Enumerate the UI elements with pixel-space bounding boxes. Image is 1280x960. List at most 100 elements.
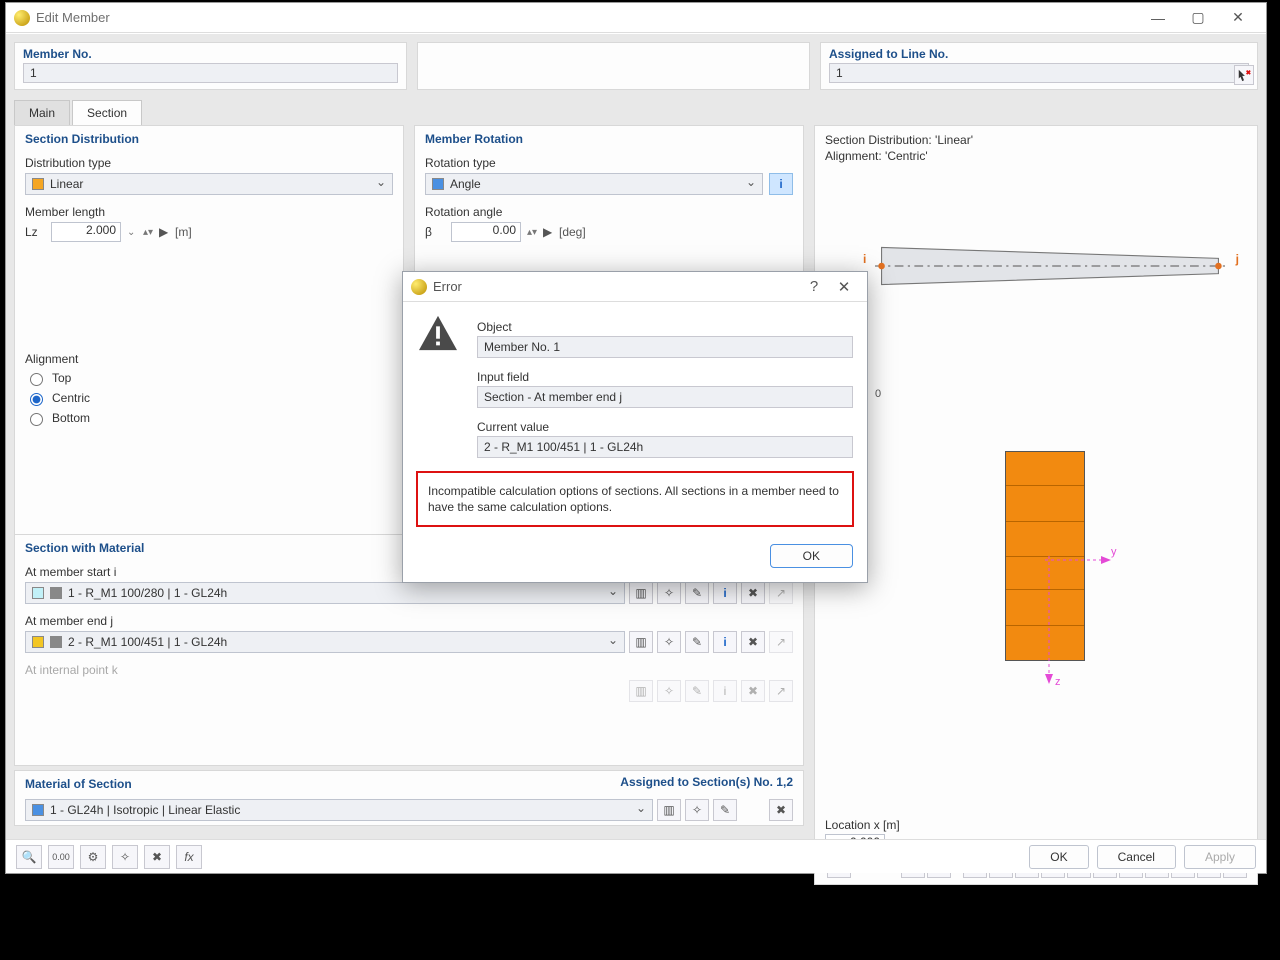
distribution-type-label: Distribution type: [25, 156, 393, 170]
info-icon[interactable]: i: [713, 631, 737, 653]
library-icon[interactable]: ▥: [657, 799, 681, 821]
library-icon: ▥: [629, 680, 653, 702]
edit-icon[interactable]: ✎: [685, 582, 709, 604]
info-icon[interactable]: i: [769, 173, 793, 195]
app-icon: [14, 10, 30, 26]
tab-section[interactable]: Section: [72, 100, 142, 125]
pick-line-button[interactable]: [1234, 65, 1254, 85]
member-no-panel: Member No. 1: [14, 42, 407, 90]
edit-icon[interactable]: ✎: [713, 799, 737, 821]
window-title: Edit Member: [36, 10, 1138, 25]
flip-icon[interactable]: ↗: [769, 631, 793, 653]
dialog-footer: 🔍 0.00 ⚙ ✧ ✖ fx OK Cancel Apply: [6, 839, 1266, 873]
material-value: 1 - GL24h | Isotropic | Linear Elastic: [50, 803, 240, 817]
library-icon[interactable]: ▥: [629, 582, 653, 604]
new-icon[interactable]: ✧: [685, 799, 709, 821]
rotation-angle-input[interactable]: 0.00: [451, 222, 521, 242]
beta-symbol: β: [425, 225, 445, 239]
lz-symbol: Lz: [25, 225, 45, 239]
error-title: Error: [433, 279, 799, 294]
member-no-value: 1: [30, 66, 37, 80]
minimize-button[interactable]: —: [1138, 4, 1178, 32]
distribution-swatch-icon: [32, 178, 44, 190]
function-icon[interactable]: fx: [176, 845, 202, 869]
member-end-value: 2 - R_M1 100/451 | 1 - GL24h: [68, 635, 227, 649]
units-icon[interactable]: 0.00: [48, 845, 74, 869]
maximize-button[interactable]: ▢: [1178, 4, 1218, 32]
section-distribution-group: Section Distribution Distribution type L…: [14, 125, 404, 557]
delete-icon[interactable]: ✖: [741, 631, 765, 653]
alignment-centric[interactable]: Centric: [25, 390, 393, 406]
distribution-type-value: Linear: [50, 177, 83, 191]
title-bar: Edit Member — ▢ ✕: [6, 3, 1266, 33]
error-current-value: 2 - R_M1 100/451 | 1 - GL24h: [477, 436, 853, 458]
play-icon[interactable]: ▶: [159, 225, 169, 239]
node-j-label: j: [1236, 252, 1239, 266]
member-end-label: At member end j: [25, 614, 793, 628]
clear-icon[interactable]: ✖: [144, 845, 170, 869]
close-button[interactable]: ✕: [1218, 4, 1258, 32]
member-length-label: Member length: [25, 205, 393, 219]
internal-point-label: At internal point k: [25, 663, 793, 677]
material-of-section-group: Material of Section Assigned to Section(…: [14, 770, 804, 826]
library-icon[interactable]: ▥: [629, 631, 653, 653]
cancel-button[interactable]: Cancel: [1097, 845, 1176, 869]
assigned-to-sections-label: Assigned to Section(s) No. 1,2: [620, 775, 793, 789]
member-rotation-title: Member Rotation: [425, 132, 793, 146]
new-icon[interactable]: ✧: [657, 582, 681, 604]
tab-main[interactable]: Main: [14, 100, 70, 125]
node-i-label: i: [863, 252, 866, 266]
error-ok-button[interactable]: OK: [770, 544, 853, 568]
material-of-section-title: Material of Section: [25, 777, 132, 791]
member-start-value: 1 - R_M1 100/280 | 1 - GL24h: [68, 586, 227, 600]
error-object-value: Member No. 1: [477, 336, 853, 358]
member-start-dropdown[interactable]: 1 - R_M1 100/280 | 1 - GL24h: [25, 582, 625, 604]
axis-z-label: z: [1055, 676, 1061, 688]
alignment-top[interactable]: Top: [25, 370, 393, 386]
spinner-icon[interactable]: ▴▾: [143, 227, 153, 238]
assigned-line-value: 1: [836, 66, 843, 80]
delete-icon[interactable]: ✖: [769, 799, 793, 821]
warning-icon: [417, 314, 459, 352]
assigned-line-label: Assigned to Line No.: [829, 47, 1249, 61]
flip-icon[interactable]: ↗: [769, 582, 793, 604]
member-side-view: i j: [875, 236, 1225, 296]
member-length-input[interactable]: 2.000: [51, 222, 121, 242]
close-button[interactable]: ✕: [829, 278, 859, 296]
member-no-input[interactable]: 1: [23, 63, 398, 83]
flip-icon: ↗: [769, 680, 793, 702]
error-current-label: Current value: [477, 420, 853, 434]
rotation-angle-label: Rotation angle: [425, 205, 793, 219]
member-end-dropdown[interactable]: 2 - R_M1 100/451 | 1 - GL24h: [25, 631, 625, 653]
assigned-line-input[interactable]: 1: [829, 63, 1249, 83]
info-icon: i: [713, 680, 737, 702]
edit-icon[interactable]: ✎: [685, 631, 709, 653]
spinner-icon[interactable]: ▴▾: [527, 227, 537, 238]
new-icon[interactable]: ✧: [657, 631, 681, 653]
member-no-label: Member No.: [23, 47, 398, 61]
tabs: Main Section: [14, 100, 1258, 125]
ok-button[interactable]: OK: [1029, 845, 1088, 869]
header-spacer: [417, 42, 810, 90]
preview-panel: Section Distribution: 'Linear' Alignment…: [814, 125, 1258, 885]
error-field-label: Input field: [477, 370, 853, 384]
section-distribution-title: Section Distribution: [25, 132, 393, 146]
preview-info-line2: Alignment: 'Centric': [825, 148, 1247, 164]
beta-unit: [deg]: [559, 225, 586, 239]
dropdown-small-icon[interactable]: ⌄: [127, 227, 137, 238]
distribution-type-dropdown[interactable]: Linear: [25, 173, 393, 195]
apply-button[interactable]: Apply: [1184, 845, 1256, 869]
wizard-icon[interactable]: ✧: [112, 845, 138, 869]
delete-icon: ✖: [741, 680, 765, 702]
error-object-label: Object: [477, 320, 853, 334]
alignment-bottom[interactable]: Bottom: [25, 410, 393, 426]
search-icon[interactable]: 🔍: [16, 845, 42, 869]
rotation-type-dropdown[interactable]: Angle: [425, 173, 763, 195]
model-icon[interactable]: ⚙: [80, 845, 106, 869]
play-icon[interactable]: ▶: [543, 225, 553, 239]
info-icon[interactable]: i: [713, 582, 737, 604]
help-button[interactable]: ?: [799, 278, 829, 295]
end-swatch2-icon: [50, 636, 62, 648]
material-dropdown[interactable]: 1 - GL24h | Isotropic | Linear Elastic: [25, 799, 653, 821]
delete-icon[interactable]: ✖: [741, 582, 765, 604]
